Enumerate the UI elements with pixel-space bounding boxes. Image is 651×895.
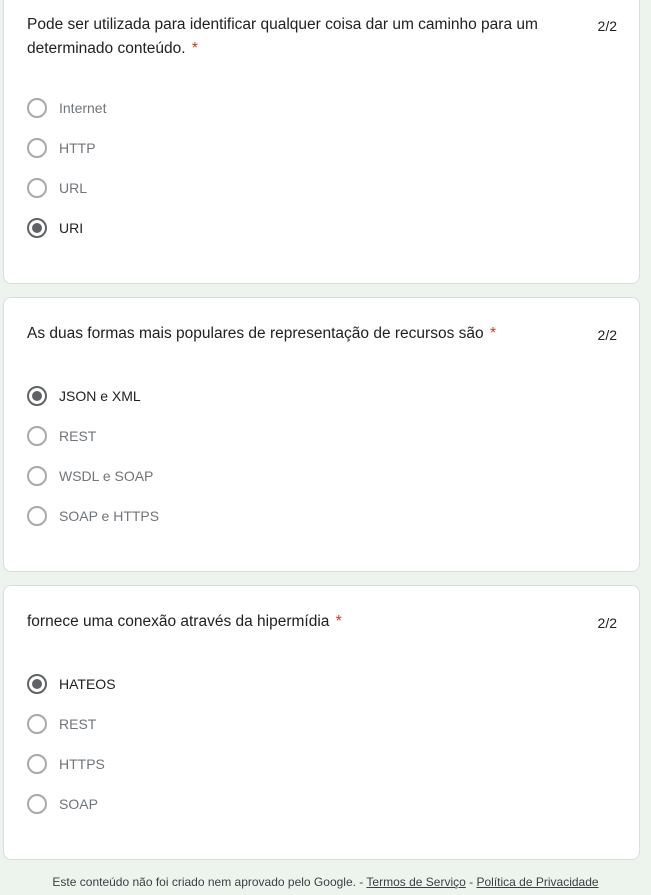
- required-asterisk: *: [489, 325, 496, 342]
- question-score: 2/2: [597, 615, 617, 631]
- option-label: HATEOS: [59, 676, 116, 692]
- option-internet[interactable]: Internet: [27, 96, 106, 120]
- question-text: fornece uma conexão através da hipermídi…: [27, 613, 330, 630]
- quiz-results-page: Pode ser utilizada para identificar qual…: [0, 0, 651, 895]
- option-uri[interactable]: URI: [27, 216, 83, 240]
- option-label: URI: [59, 220, 84, 236]
- radio-button[interactable]: [27, 466, 47, 486]
- question-title: fornece uma conexão através da hipermídi…: [27, 610, 572, 634]
- radio-button-selected[interactable]: [27, 386, 47, 406]
- radio-dot-icon: [32, 391, 42, 401]
- question-card-1: Pode ser utilizada para identificar qual…: [3, 0, 640, 284]
- question-card-3: fornece uma conexão através da hipermídi…: [3, 585, 640, 860]
- privacy-link[interactable]: Política de Privacidade: [476, 875, 598, 889]
- option-json-xml[interactable]: JSON e XML: [27, 384, 141, 408]
- option-label: HTTP: [59, 140, 96, 156]
- option-label: WSDL e SOAP: [59, 468, 154, 484]
- option-label: Internet: [59, 100, 107, 116]
- option-label: HTTPS: [59, 756, 105, 772]
- option-url[interactable]: URL: [27, 176, 87, 200]
- radio-dot-icon: [32, 679, 42, 689]
- option-soap[interactable]: SOAP: [27, 792, 98, 816]
- question-score: 2/2: [597, 327, 617, 343]
- terms-link[interactable]: Termos de Serviço: [366, 875, 465, 889]
- footer-disclaimer: Este conteúdo não foi criado nem aprovad…: [52, 875, 364, 889]
- footer: Este conteúdo não foi criado nem aprovad…: [0, 875, 651, 889]
- option-wsdl-soap[interactable]: WSDL e SOAP: [27, 464, 153, 488]
- required-asterisk: *: [191, 40, 198, 57]
- option-label: JSON e XML: [59, 388, 141, 404]
- question-title: As duas formas mais populares de represe…: [27, 322, 572, 346]
- radio-button[interactable]: [27, 178, 47, 198]
- radio-button[interactable]: [27, 138, 47, 158]
- option-http[interactable]: HTTP: [27, 136, 96, 160]
- radio-button[interactable]: [27, 794, 47, 814]
- option-label: SOAP: [59, 796, 98, 812]
- option-label: REST: [59, 428, 97, 444]
- question-text: As duas formas mais populares de represe…: [27, 325, 484, 342]
- footer-separator: -: [469, 875, 474, 889]
- option-rest[interactable]: REST: [27, 424, 96, 448]
- option-label: URL: [59, 180, 88, 196]
- radio-button-selected[interactable]: [27, 674, 47, 694]
- option-https[interactable]: HTTPS: [27, 752, 105, 776]
- option-label: REST: [59, 716, 97, 732]
- question-card-2: As duas formas mais populares de represe…: [3, 297, 640, 572]
- question-score: 2/2: [597, 18, 617, 34]
- radio-button[interactable]: [27, 426, 47, 446]
- radio-button[interactable]: [27, 754, 47, 774]
- radio-button[interactable]: [27, 714, 47, 734]
- option-label: SOAP e HTTPS: [59, 508, 160, 524]
- radio-dot-icon: [32, 223, 42, 233]
- question-text: Pode ser utilizada para identificar qual…: [27, 16, 538, 57]
- option-rest[interactable]: REST: [27, 712, 96, 736]
- radio-button[interactable]: [27, 506, 47, 526]
- option-soap-https[interactable]: SOAP e HTTPS: [27, 504, 159, 528]
- radio-button[interactable]: [27, 98, 47, 118]
- required-asterisk: *: [335, 613, 342, 630]
- question-title: Pode ser utilizada para identificar qual…: [27, 13, 572, 61]
- radio-button-selected[interactable]: [27, 218, 47, 238]
- option-hateos[interactable]: HATEOS: [27, 672, 116, 696]
